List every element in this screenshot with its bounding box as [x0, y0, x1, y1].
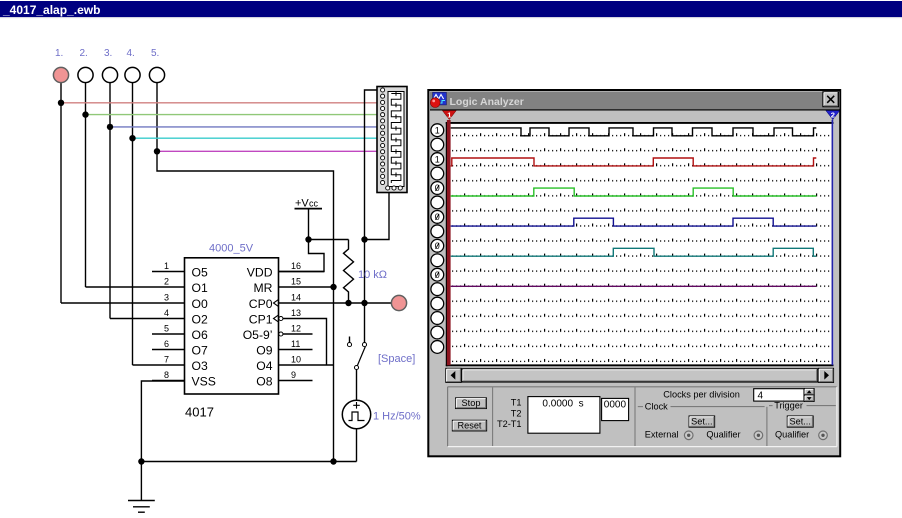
svg-text:O5: O5: [192, 266, 208, 280]
svg-text:O7: O7: [192, 344, 208, 358]
svg-text:6: 6: [164, 339, 169, 349]
svg-text:Qualifier: Qualifier: [706, 429, 740, 439]
svg-text:11: 11: [291, 339, 300, 349]
svg-text:1 Hz/50%: 1 Hz/50%: [373, 411, 421, 423]
svg-text:+V: +V: [295, 198, 309, 210]
svg-text:8: 8: [164, 370, 169, 380]
svg-text:VSS: VSS: [192, 375, 216, 389]
svg-text:O5-9’: O5-9’: [243, 328, 273, 342]
svg-text:O4: O4: [256, 359, 272, 373]
svg-text:CP1: CP1: [249, 313, 273, 327]
svg-text:O2: O2: [192, 313, 208, 327]
svg-text:MR: MR: [254, 281, 273, 295]
svg-text:4000_5V: 4000_5V: [209, 243, 254, 255]
svg-text:O9: O9: [256, 344, 272, 358]
svg-text:T2: T2: [511, 408, 522, 418]
svg-text:Clocks per division: Clocks per division: [663, 389, 740, 399]
svg-text:4017: 4017: [185, 405, 214, 420]
svg-text:O1: O1: [192, 281, 208, 295]
svg-text:T2-T1: T2-T1: [497, 419, 522, 429]
svg-text:10 kΩ: 10 kΩ: [358, 269, 387, 281]
svg-text:Reset: Reset: [457, 421, 481, 431]
svg-text:14: 14: [291, 293, 301, 303]
svg-text:2: 2: [164, 277, 169, 287]
svg-text:O8: O8: [256, 375, 272, 389]
svg-text:1: 1: [435, 125, 440, 135]
svg-text:0000: 0000: [604, 400, 627, 411]
svg-text:Stop: Stop: [462, 398, 481, 408]
svg-text:1: 1: [435, 154, 440, 164]
svg-text:3: 3: [164, 293, 169, 303]
svg-text:VDD: VDD: [247, 266, 273, 280]
svg-text:5.: 5.: [151, 48, 159, 59]
svg-text:External: External: [645, 429, 679, 439]
svg-text:4: 4: [164, 308, 169, 318]
svg-text:1: 1: [164, 261, 169, 271]
svg-text:5: 5: [164, 324, 169, 334]
svg-text:3.: 3.: [104, 48, 112, 59]
svg-text:15: 15: [291, 277, 301, 287]
svg-text:4.: 4.: [127, 48, 135, 59]
svg-text:CP0: CP0: [249, 297, 273, 311]
svg-text:cc: cc: [309, 199, 319, 209]
svg-text:2.: 2.: [80, 48, 88, 59]
svg-text:Set...: Set...: [691, 416, 712, 426]
svg-text:_4017_alap_.ewb: _4017_alap_.ewb: [2, 3, 100, 17]
svg-text:9: 9: [291, 370, 296, 380]
svg-text:Trigger: Trigger: [774, 401, 803, 411]
svg-text:10: 10: [291, 355, 301, 365]
svg-text:Set...: Set...: [789, 416, 810, 426]
svg-text:O6: O6: [192, 328, 208, 342]
svg-text:Logic Analyzer: Logic Analyzer: [450, 96, 524, 108]
svg-text:7: 7: [164, 355, 169, 365]
svg-text:4: 4: [758, 391, 764, 402]
svg-text:16: 16: [291, 261, 301, 271]
svg-text:13: 13: [291, 308, 301, 318]
svg-text:Clock: Clock: [645, 402, 668, 412]
svg-text:T1: T1: [511, 398, 522, 408]
svg-text:1: 1: [447, 110, 451, 119]
svg-text:Qualifier: Qualifier: [775, 429, 809, 439]
svg-text:2: 2: [831, 110, 835, 119]
svg-text:O3: O3: [192, 359, 208, 373]
svg-text:12: 12: [291, 324, 301, 334]
svg-text:O0: O0: [192, 297, 208, 311]
svg-text:1.: 1.: [55, 48, 63, 59]
svg-text:0.0000 s: 0.0000 s: [542, 398, 583, 409]
svg-text:[Space]: [Space]: [378, 353, 415, 365]
